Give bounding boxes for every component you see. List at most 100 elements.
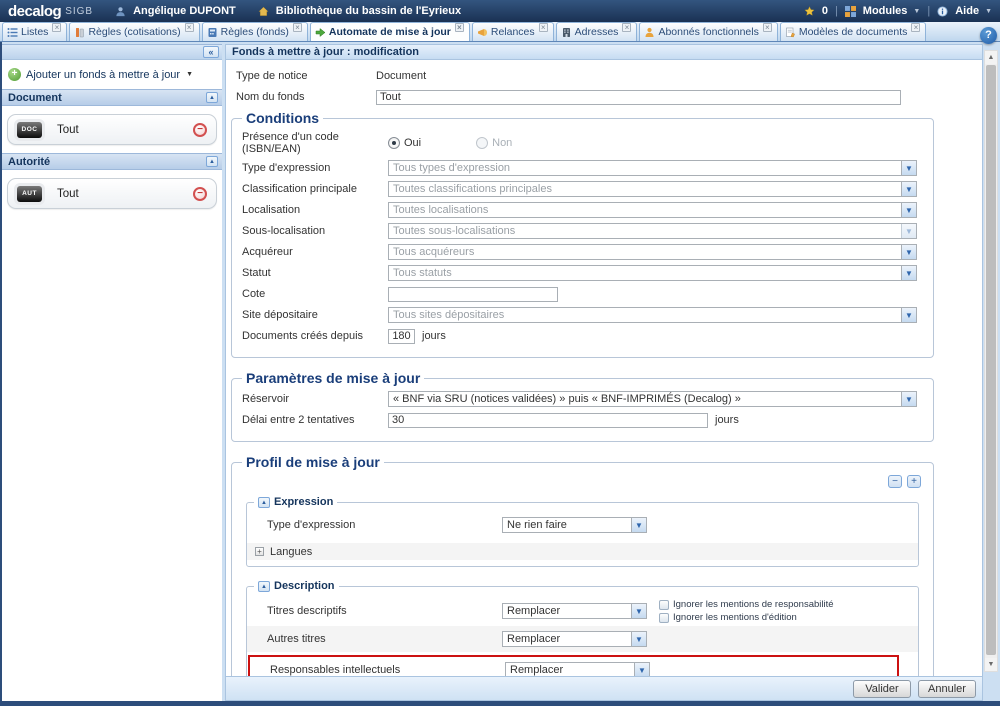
window-bottom-border [0,701,1000,706]
sidebar-collapse-icon[interactable]: « [203,46,219,58]
radio-non[interactable] [476,137,488,149]
statut-label: Statut [242,267,388,279]
tab-label: Relances [491,26,535,38]
tab-close-icon[interactable]: × [763,23,772,32]
titres-descriptifs-select[interactable]: Remplacer▼ [502,603,647,619]
form-content: Type de notice Document Nom du fonds Con… [226,61,982,676]
dropdown-icon[interactable]: ▼ [631,632,646,646]
tab-regles-fonds[interactable]: Règles (fonds) × [202,22,308,41]
dropdown-icon[interactable]: ▼ [901,161,916,175]
add-fonds-button[interactable]: + Ajouter un fonds à mettre à jour ▼ [2,60,222,89]
collapse-icon[interactable]: ▲ [258,497,270,508]
rules-cotisations-icon [74,27,85,38]
chevron-down-icon: ▼ [913,8,920,15]
tab-close-icon[interactable]: × [622,23,631,32]
sous-localisation-label: Sous-localisation [242,225,388,237]
remove-icon[interactable]: − [193,123,207,137]
expand-all-button[interactable]: + [907,475,921,488]
sous-localisation-select[interactable]: Toutes sous-localisations▼ [388,223,917,239]
ignorer-edition-checkbox[interactable] [659,613,669,623]
type-notice-label: Type de notice [236,70,376,82]
collapse-all-button[interactable]: − [888,475,902,488]
profil-type-expression-select[interactable]: Ne rien faire▼ [502,517,647,533]
dropdown-icon[interactable]: ▼ [901,203,916,217]
tab-relances[interactable]: Relances × [472,22,554,41]
dropdown-icon[interactable]: ▼ [901,182,916,196]
scroll-up-icon[interactable]: ▲ [985,51,997,64]
help-icon[interactable]: ? [980,27,997,44]
tab-automate-mise-a-jour[interactable]: Automate de mise à jour × [310,22,470,41]
chevron-down-icon: ▼ [186,71,193,78]
add-fonds-label: Ajouter un fonds à mettre à jour [26,69,180,81]
resp-intellectuels-label: Responsables intellectuels [270,664,505,676]
item-label: Tout [57,124,193,136]
delai-input[interactable] [388,413,708,428]
current-library[interactable]: Bibliothèque du bassin de l'Eyrieux [258,5,461,17]
tab-regles-cotisations[interactable]: Règles (cotisations) × [69,22,199,41]
autres-titres-select[interactable]: Remplacer▼ [502,631,647,647]
sidebar-section-document[interactable]: Document ▲ [2,89,222,106]
langues-expander[interactable]: + Langues [247,543,918,560]
presence-code-label: Présence d'un code (ISBN/EAN) [242,131,388,155]
nom-fonds-input[interactable] [376,90,901,105]
annuler-button[interactable]: Annuler [918,680,976,698]
dropdown-icon[interactable]: ▼ [631,518,646,532]
abonnes-icon [644,27,655,38]
dropdown-icon[interactable]: ▼ [631,604,646,618]
collapse-icon[interactable]: ▲ [206,156,218,167]
tab-adresses[interactable]: Adresses × [556,22,638,41]
radio-oui[interactable] [388,137,400,149]
home-icon [258,6,269,17]
window-left-border [0,42,2,706]
autres-titres-label: Autres titres [267,633,502,645]
sidebar-section-autorite[interactable]: Autorité ▲ [2,153,222,170]
tab-close-icon[interactable]: × [455,23,464,32]
tab-label: Règles (cotisations) [88,26,180,38]
ignorer-responsabilite-checkbox[interactable] [659,600,669,610]
aide-menu[interactable]: Aide ▼ [937,5,992,17]
tab-modeles-documents[interactable]: Modèles de documents × [780,22,927,41]
dropdown-icon[interactable]: ▼ [901,266,916,280]
counter-value: 0 [822,5,828,17]
dropdown-icon[interactable]: ▼ [634,663,649,676]
tab-close-icon[interactable]: × [52,23,61,32]
vertical-scrollbar[interactable]: ▲ ▼ [984,50,998,672]
tab-close-icon[interactable]: × [185,23,194,32]
modules-menu[interactable]: Modules ▼ [845,5,921,17]
dropdown-icon[interactable]: ▼ [901,392,916,406]
tab-listes[interactable]: Listes × [2,22,67,41]
site-depositaire-select[interactable]: Tous sites dépositaires▼ [388,307,917,323]
docs-depuis-input[interactable] [388,329,415,344]
tab-close-icon[interactable]: × [539,23,548,32]
remove-icon[interactable]: − [193,187,207,201]
notification-counter[interactable]: 0 [804,5,828,17]
site-depositaire-label: Site dépositaire [242,309,388,321]
collapse-icon[interactable]: ▲ [258,581,270,592]
type-expression-select[interactable]: Tous types d'expression▼ [388,160,917,176]
tab-abonnes-fonctionnels[interactable]: Abonnés fonctionnels × [639,22,777,41]
scrollbar-thumb[interactable] [986,65,996,655]
classification-select[interactable]: Toutes classifications principales▼ [388,181,917,197]
localisation-select[interactable]: Toutes localisations▼ [388,202,917,218]
cote-label: Cote [242,288,388,300]
reservoir-select[interactable]: « BNF via SRU (notices validées) » puis … [388,391,917,407]
dropdown-icon[interactable]: ▼ [901,245,916,259]
nom-fonds-label: Nom du fonds [236,91,376,103]
valider-button[interactable]: Valider [853,680,911,698]
collapse-icon[interactable]: ▲ [206,92,218,103]
relances-icon [477,27,488,38]
expand-icon[interactable]: + [255,547,264,556]
dropdown-icon[interactable]: ▼ [901,308,916,322]
tab-close-icon[interactable]: × [293,23,302,32]
expression-subsection: ▲ Expression Type d'expression Ne rien f… [246,496,919,567]
list-item-autorite-tout[interactable]: AUT Tout − [7,178,217,209]
conditions-legend: Conditions [242,110,323,126]
current-user[interactable]: Angélique DUPONT [115,5,236,17]
scroll-down-icon[interactable]: ▼ [985,658,997,671]
tab-close-icon[interactable]: × [911,23,920,32]
cote-input[interactable] [388,287,558,302]
statut-select[interactable]: Tous statuts▼ [388,265,917,281]
resp-intellectuels-select[interactable]: Remplacer▼ [505,662,650,676]
list-item-document-tout[interactable]: DOC Tout − [7,114,217,145]
acquereur-select[interactable]: Tous acquéreurs▼ [388,244,917,260]
